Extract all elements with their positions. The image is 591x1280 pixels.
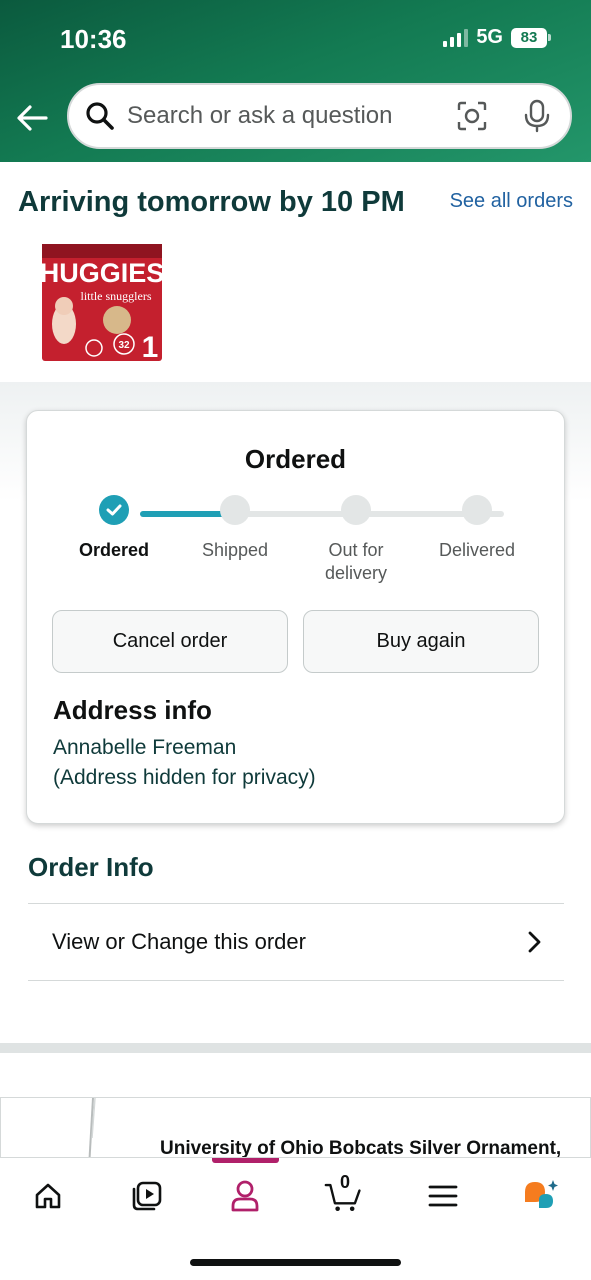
nav-cart[interactable]: 0 [324,1172,364,1216]
active-tab-indicator [212,1158,279,1163]
camera-lens-icon[interactable] [456,100,488,132]
step-dot-delivered [462,495,492,525]
order-status-card: Ordered Ordered Shipped Out for delivery… [26,410,565,824]
chevron-right-icon [528,931,541,953]
step-dot-out-for-delivery [341,495,371,525]
account-person-icon [231,1180,259,1212]
step-label-ordered: Ordered [78,540,150,560]
search-bar[interactable]: Search or ask a question [67,83,572,149]
address-name: Annabelle Freeman [53,736,237,759]
status-time: 10:36 [60,24,127,54]
nav-account[interactable] [225,1176,265,1216]
search-input[interactable]: Search or ask a question [127,102,456,130]
battery-level: 83 [511,27,547,48]
product-count: 32 [118,340,130,351]
order-status-title: Ordered [244,444,347,474]
address-info-heading: Address info [53,695,212,725]
battery-icon: 83 [511,27,551,48]
progress-track [140,511,504,517]
status-indicators: 5G 83 [443,26,551,49]
video-play-icon [132,1181,162,1211]
step-label-delivered: Delivered [438,540,516,560]
section-divider [0,1043,591,1053]
address-privacy-note: (Address hidden for privacy) [53,766,316,789]
divider [28,980,564,981]
product-brand: HUGGIES [42,258,162,288]
hamburger-menu-icon [428,1185,458,1207]
nav-video[interactable] [127,1176,167,1216]
network-type: 5G [476,26,503,48]
back-arrow-icon[interactable] [14,100,50,136]
search-icon [86,102,114,130]
rufus-assistant-icon [525,1180,558,1208]
top-header: 10:36 5G 83 Search or ask a question [0,0,591,162]
step-label-out-for-delivery: Out for delivery [324,540,388,583]
microphone-icon[interactable] [524,99,550,133]
nav-home[interactable] [28,1176,68,1216]
step-dot-ordered [99,495,129,525]
product-line: little snugglers [81,289,152,303]
see-all-orders-link[interactable]: See all orders [450,190,573,213]
view-change-order-row[interactable]: View or Change this order [28,904,564,980]
home-icon [35,1183,61,1209]
product-size: 1 [142,331,159,361]
home-indicator [190,1259,401,1266]
buy-again-button[interactable]: Buy again [303,610,539,673]
step-label-shipped: Shipped [201,540,269,560]
view-change-order-label: View or Change this order [52,929,306,954]
nav-rufus-assistant[interactable] [520,1176,560,1216]
checkmark-icon [106,504,122,516]
signal-icon [443,28,469,47]
product-image-huggies[interactable]: HUGGIES little snugglers 32 1 [42,244,162,361]
arriving-title: Arriving tomorrow by 10 PM [18,186,405,218]
cancel-order-button[interactable]: Cancel order [52,610,288,673]
step-dot-shipped [220,495,250,525]
order-info-heading: Order Info [28,852,154,882]
nav-menu[interactable] [423,1176,463,1216]
cart-count: 0 [339,1172,350,1192]
